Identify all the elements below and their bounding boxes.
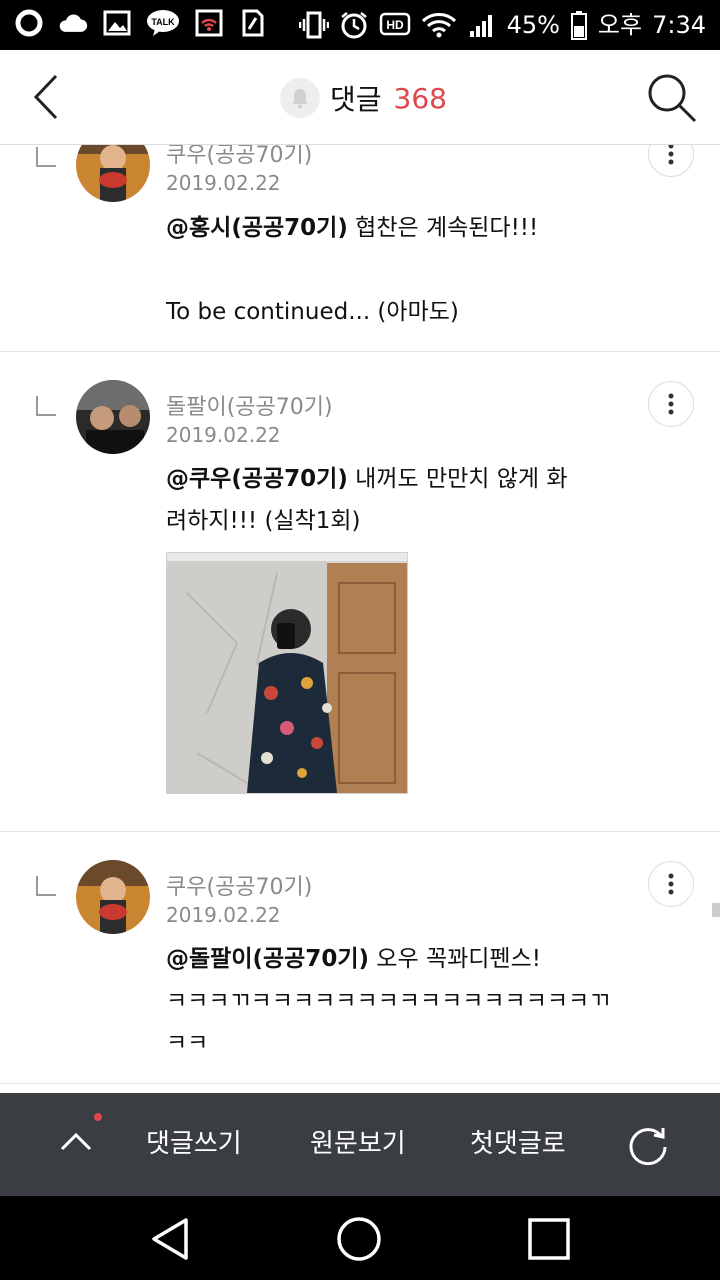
battery-percent: 45% [506, 11, 560, 39]
status-bar: TALK HD 45% 오후 7:34 [0, 0, 720, 50]
first-comment-button[interactable]: 첫댓글로 [470, 1123, 566, 1160]
wifi-icon [421, 10, 457, 40]
mention-link[interactable]: @홍시(공공70기) [166, 215, 348, 241]
nav-back-button[interactable] [146, 1214, 196, 1264]
comment-list[interactable]: 쿠우(공공70기) 2019.02.22 @홍시(공공70기) 협찬은 계속된다… [0, 145, 720, 1093]
status-ampm: 오후 [597, 11, 643, 39]
avatar[interactable] [76, 145, 150, 202]
comment-author[interactable]: 돌팔이(공공70기) [166, 389, 333, 421]
comment-body: @쿠우(공공70기) 내꺼도 만만치 않게 화려하지!!! (실착1회) [166, 458, 586, 542]
nav-home-button[interactable] [334, 1214, 384, 1264]
comment-item: 쿠우(공공70기) 2019.02.22 @홍시(공공70기) 협찬은 계속된다… [0, 145, 720, 352]
alarm-icon [339, 10, 369, 40]
more-options-button[interactable] [648, 381, 694, 427]
scrollbar-indicator[interactable] [712, 903, 720, 917]
sim-icon [238, 8, 268, 38]
comment-author[interactable]: 쿠우(공공70기) [166, 145, 312, 169]
scroll-top-button[interactable] [56, 1121, 96, 1161]
new-indicator-dot [94, 1113, 102, 1121]
comment-author[interactable]: 쿠우(공공70기) [166, 869, 312, 901]
more-vertical-icon [668, 873, 674, 895]
reply-indicator [36, 396, 56, 416]
avatar[interactable] [76, 380, 150, 454]
view-original-button[interactable]: 원문보기 [310, 1123, 406, 1160]
square-recents-icon [528, 1218, 570, 1260]
comment-item: 돌팔이(공공70기) 2019.02.22 @쿠우(공공70기) 내꺼도 만만치… [0, 352, 720, 832]
bottom-toolbar: 댓글쓰기 원문보기 첫댓글로 [0, 1093, 720, 1196]
page-title: 댓글 [330, 83, 382, 116]
comment-date: 2019.02.22 [166, 903, 281, 927]
more-vertical-icon [668, 393, 674, 415]
more-options-button[interactable] [648, 145, 694, 177]
comment-date: 2019.02.22 [166, 171, 281, 195]
kakaotalk-icon: TALK [146, 8, 180, 38]
chevron-left-icon [33, 74, 58, 120]
search-button[interactable] [646, 72, 698, 124]
wifi-alert-icon [194, 8, 224, 38]
header-title-group: 댓글 368 [280, 74, 447, 122]
svg-text:TALK: TALK [151, 17, 175, 27]
more-vertical-icon [668, 145, 674, 165]
comment-date: 2019.02.22 [166, 423, 281, 447]
notification-bell-icon[interactable] [280, 78, 320, 118]
mention-link[interactable]: @쿠우(공공70기) [166, 466, 348, 492]
status-time: 7:34 [652, 11, 706, 39]
back-button[interactable] [22, 72, 72, 122]
hd-icon: HD [379, 10, 411, 40]
gallery-icon [102, 8, 132, 38]
comment-count: 368 [393, 81, 447, 115]
battery-icon [570, 10, 588, 40]
comment-body: @홍시(공공70기) 협찬은 계속된다!!! To be continued..… [166, 207, 686, 333]
system-nav-bar [0, 1196, 720, 1280]
cloud-icon [58, 8, 88, 38]
comment-photo[interactable] [166, 552, 408, 794]
nav-recents-button[interactable] [524, 1214, 574, 1264]
app-header: 댓글 368 [0, 50, 720, 145]
search-icon [648, 74, 697, 123]
signal-icon [467, 10, 497, 40]
mention-link[interactable]: @돌팔이(공공70기) [166, 946, 369, 972]
circle-home-icon [337, 1217, 381, 1261]
reply-indicator [36, 876, 56, 896]
comment-item: 쿠우(공공70기) 2019.02.22 @돌팔이(공공70기) 오우 꼭꽈디펜… [0, 832, 720, 1084]
write-comment-button[interactable]: 댓글쓰기 [146, 1123, 242, 1160]
avatar[interactable] [76, 860, 150, 934]
more-options-button[interactable] [648, 861, 694, 907]
opera-icon [14, 8, 44, 38]
comment-body: @돌팔이(공공70기) 오우 꼭꽈디펜스! ㅋㅋㅋㄲㅋㅋㅋㅋㅋㅋㅋㅋㅋㅋㅋㅋㅋㅋ… [166, 938, 666, 1064]
triangle-back-icon [152, 1218, 188, 1260]
reply-indicator [36, 147, 56, 167]
vibrate-icon [298, 10, 329, 40]
refresh-icon [629, 1128, 667, 1166]
refresh-button[interactable] [626, 1123, 670, 1167]
chevron-up-icon [60, 1132, 92, 1151]
svg-text:HD: HD [386, 18, 404, 32]
